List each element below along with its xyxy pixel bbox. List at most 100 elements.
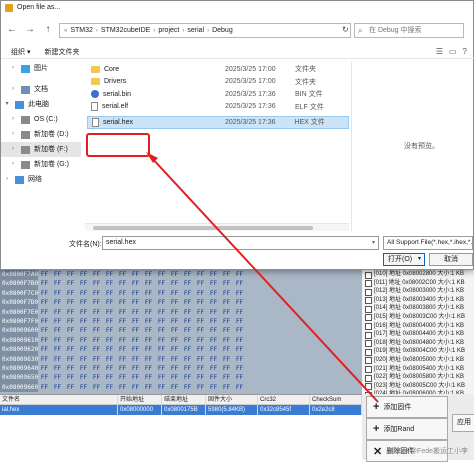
nav-item[interactable]: › 新加卷 (D:) bbox=[1, 127, 81, 142]
hex-byte: FF bbox=[209, 289, 218, 297]
sector-checkbox-item[interactable]: [021] 地址 0x08005400 大小:1 KB bbox=[362, 365, 474, 374]
hex-byte: FF bbox=[196, 383, 205, 391]
dialog-title: Open file as... bbox=[17, 4, 61, 11]
column-header[interactable]: 固件大小 bbox=[206, 395, 258, 404]
chevron-icon[interactable]: › bbox=[3, 172, 11, 187]
file-row[interactable]: serial.elf 2025/3/25 17:36 ELF 文件 bbox=[87, 101, 349, 114]
sector-checkbox-item[interactable]: [012] 地址 0x08003000 大小:1 KB bbox=[362, 287, 474, 296]
breadcrumb-item[interactable]: project bbox=[158, 27, 179, 34]
nav-item[interactable]: › 新加卷 (F:) bbox=[1, 142, 81, 157]
sector-checkbox-item[interactable]: [020] 地址 0x08005000 大小:1 KB bbox=[362, 356, 474, 365]
sector-checkbox-item[interactable]: [022] 地址 0x08005800 大小:1 KB bbox=[362, 373, 474, 382]
chevron-icon[interactable]: › bbox=[9, 112, 17, 127]
chevron-icon[interactable]: ▾ bbox=[3, 97, 11, 112]
sector-checkbox-item[interactable]: [017] 地址 0x08004400 大小:1 KB bbox=[362, 330, 474, 339]
breadcrumb-item[interactable]: STM32cubeIDE bbox=[101, 27, 150, 34]
hex-byte: FF bbox=[144, 308, 153, 316]
hex-byte: FF bbox=[53, 374, 62, 382]
sector-checkbox-item[interactable]: [018] 地址 0x08004800 大小:1 KB bbox=[362, 339, 474, 348]
nav-item[interactable]: › 新加卷 (G:) bbox=[1, 157, 81, 172]
forward-arrow-icon[interactable]: → bbox=[23, 23, 37, 37]
nav-item[interactable]: ▾ 此电脑 bbox=[1, 97, 81, 112]
hex-byte: FF bbox=[196, 374, 205, 382]
refresh-icon[interactable]: ↻ bbox=[342, 25, 349, 34]
horizontal-scrollbar[interactable] bbox=[85, 223, 349, 231]
nav-item[interactable]: › OS (C:) bbox=[1, 112, 81, 127]
help-icon[interactable]: ? bbox=[463, 47, 467, 56]
sector-checkbox-item[interactable]: [010] 地址 0x08002800 大小:1 KB bbox=[362, 270, 474, 279]
chevron-down-icon[interactable]: ▾ bbox=[372, 237, 375, 249]
nav-item[interactable]: › 网络 bbox=[1, 172, 81, 187]
hex-byte: FF bbox=[105, 327, 114, 335]
hex-byte: FF bbox=[157, 383, 166, 391]
file-row[interactable]: Core 2025/3/25 17:00 文件夹 bbox=[87, 63, 349, 76]
hex-byte: FF bbox=[196, 308, 205, 316]
scroll-thumb[interactable] bbox=[93, 226, 313, 230]
up-arrow-icon[interactable]: ↑ bbox=[41, 23, 55, 37]
hex-byte: FF bbox=[196, 364, 205, 372]
organize-menu[interactable]: 组织 ▾ bbox=[11, 47, 30, 57]
hex-byte: FF bbox=[66, 355, 75, 363]
hex-byte: FF bbox=[105, 383, 114, 391]
plus-icon: + bbox=[373, 401, 380, 413]
add-rand-button[interactable]: + 添加Rand bbox=[366, 418, 448, 440]
chevron-icon[interactable]: › bbox=[9, 82, 17, 97]
new-folder-button[interactable]: 新建文件夹 bbox=[44, 47, 79, 57]
hex-byte: FF bbox=[118, 355, 127, 363]
apply-button[interactable]: 应用 bbox=[452, 414, 474, 432]
sector-checkbox-item[interactable]: [023] 地址 0x08005C00 大小:1 KB bbox=[362, 382, 474, 391]
address-bar[interactable]: « STM32 › STM32cubeIDE › project › seria… bbox=[59, 23, 351, 38]
hex-byte: FF bbox=[209, 355, 218, 363]
breadcrumb-item[interactable]: STM32 bbox=[70, 27, 93, 34]
table-row[interactable]: ial.hex 0x08000000 0x0800175B 5980(5.84KB) 0… bbox=[0, 405, 362, 415]
nav-item[interactable]: › 图片 bbox=[1, 61, 81, 76]
chevron-icon[interactable]: › bbox=[9, 142, 17, 157]
chevron-icon[interactable]: › bbox=[9, 127, 17, 142]
hex-byte: FF bbox=[118, 299, 127, 307]
file-row[interactable]: serial.bin 2025/3/25 17:36 BIN 文件 bbox=[87, 88, 349, 101]
file-row[interactable]: Drivers 2025/3/25 17:00 文件夹 bbox=[87, 76, 349, 89]
hex-byte: FF bbox=[157, 299, 166, 307]
hex-row: 0x08009600 FF FF FF FF FF FF FF FF FF FF FF FF FF FF FF… bbox=[0, 326, 362, 336]
column-header[interactable]: Crc32 bbox=[258, 395, 310, 404]
breadcrumb-overflow-icon[interactable]: « bbox=[64, 28, 67, 34]
sector-checkbox-item[interactable]: [016] 地址 0x08004000 大小:1 KB bbox=[362, 322, 474, 331]
hex-byte: FF bbox=[40, 280, 49, 288]
breadcrumb-item[interactable]: Debug bbox=[212, 27, 233, 34]
column-header[interactable]: CheckSum bbox=[310, 395, 362, 404]
close-icon: ✕ bbox=[373, 445, 383, 458]
column-header[interactable]: 文件名 bbox=[0, 395, 118, 404]
sector-list[interactable]: [010] 地址 0x08002800 大小:1 KB [011] 地址 0x08… bbox=[362, 270, 474, 394]
sector-checkbox-item[interactable]: [019] 地址 0x08004C00 大小:1 KB bbox=[362, 347, 474, 356]
hex-byte: FF bbox=[53, 299, 62, 307]
column-header[interactable]: 开始地址 bbox=[118, 395, 162, 404]
search-input[interactable]: ⌕ 在 Debug 中搜索 bbox=[354, 23, 464, 38]
open-button[interactable]: 打开(O) ▾ bbox=[383, 253, 425, 266]
hex-byte: FF bbox=[209, 336, 218, 344]
sector-checkbox-item[interactable]: [015] 地址 0x08003C00 大小:1 KB bbox=[362, 313, 474, 322]
filename-field[interactable]: serial.hex ▾ bbox=[102, 236, 379, 250]
file-name-cell: serial.hex bbox=[88, 117, 225, 127]
watermark: CSDN @Fede搬运工小李 bbox=[388, 448, 468, 455]
back-arrow-icon[interactable]: ← bbox=[5, 23, 19, 37]
chevron-icon[interactable]: › bbox=[9, 157, 17, 172]
sector-checkbox-item[interactable]: [011] 地址 0x08002C00 大小:1 KB bbox=[362, 279, 474, 288]
cancel-button[interactable]: 取消 bbox=[429, 253, 473, 266]
column-header[interactable]: 结束地址 bbox=[162, 395, 206, 404]
hex-byte: FF bbox=[53, 280, 62, 288]
hex-byte: FF bbox=[209, 346, 218, 354]
view-options-icon[interactable]: ☰ bbox=[436, 47, 443, 56]
sector-checkbox-item[interactable]: [014] 地址 0x08003800 大小:1 KB bbox=[362, 304, 474, 313]
file-row[interactable]: serial.hex 2025/3/25 17:36 HEX 文件 bbox=[87, 116, 349, 129]
sector-checkbox-item[interactable]: [013] 地址 0x08003400 大小:1 KB bbox=[362, 296, 474, 305]
nav-item[interactable]: › 文档 bbox=[1, 82, 81, 97]
filetype-select[interactable]: All Support File(*.hex,*.ihex,*. bbox=[383, 236, 473, 250]
add-firmware-button[interactable]: + 添加固件 bbox=[366, 396, 448, 418]
hex-byte: FF bbox=[157, 271, 166, 278]
table-cell: 0x32c8545f bbox=[258, 405, 310, 415]
breadcrumb-item[interactable]: serial bbox=[187, 27, 204, 34]
preview-pane-icon[interactable]: ▭ bbox=[449, 47, 457, 56]
hex-byte: FF bbox=[40, 374, 49, 382]
navigation-row: ← → ↑ « STM32 › STM32cubeIDE › project ›… bbox=[1, 17, 474, 43]
chevron-icon[interactable]: › bbox=[9, 61, 17, 76]
